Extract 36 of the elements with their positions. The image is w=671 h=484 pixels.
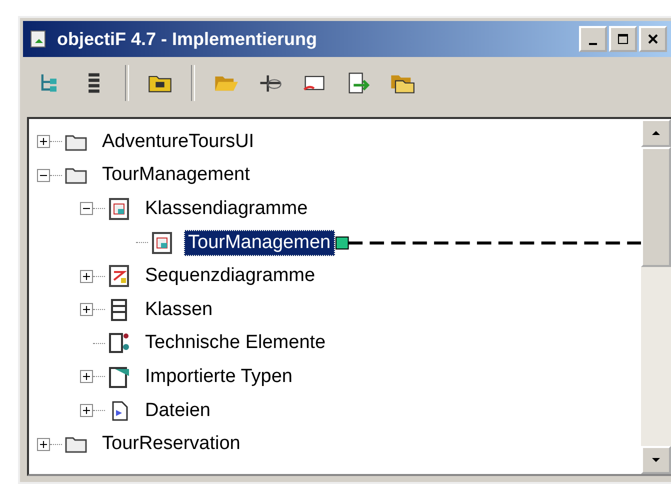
tree-item[interactable]: Klassen [141,296,217,323]
document-icon [107,364,131,389]
scroll-up-button[interactable] [641,119,671,147]
tree-item[interactable]: Technische Elemente [141,330,330,356]
tree-item[interactable]: Dateien [141,398,214,424]
scroll-down-button[interactable] [641,446,671,474]
tree-item[interactable]: TourReservation [98,431,244,458]
diagram-icon [150,230,174,255]
expander-box[interactable] [37,135,50,148]
tree-item[interactable]: Sequenzdiagramme [141,263,320,290]
expander-box[interactable] [80,370,93,384]
tree-item[interactable]: TourManagemen [184,230,335,256]
expander-box[interactable] [37,438,50,451]
maximize-icon [617,33,629,45]
up-arrow-icon [651,130,661,136]
close-icon [647,33,659,45]
scroll-thumb[interactable] [641,147,671,267]
expander-box[interactable] [80,303,93,316]
tree-item[interactable]: Klassendiagramme [141,196,312,222]
tree-item[interactable]: Importierte Typen [141,364,297,390]
maximize-button[interactable] [609,26,637,52]
tree-item[interactable]: TourManagement [98,162,254,188]
window-title: objectiF 4.7 - Implementierung [57,28,318,50]
minimize-button[interactable] [579,26,607,52]
tree-item[interactable]: AdventureToursUI [98,128,258,155]
expander-box[interactable] [37,168,50,182]
diagram-icon [107,196,131,221]
expander-box[interactable] [80,404,93,418]
scrollbar[interactable] [641,119,671,474]
expander-box[interactable] [80,270,93,283]
down-arrow-icon [651,457,661,463]
expander-box[interactable] [80,202,93,216]
close-button[interactable] [639,26,667,52]
document-icon [107,331,131,356]
diagram-icon [107,264,131,288]
minimize-icon [589,43,597,45]
